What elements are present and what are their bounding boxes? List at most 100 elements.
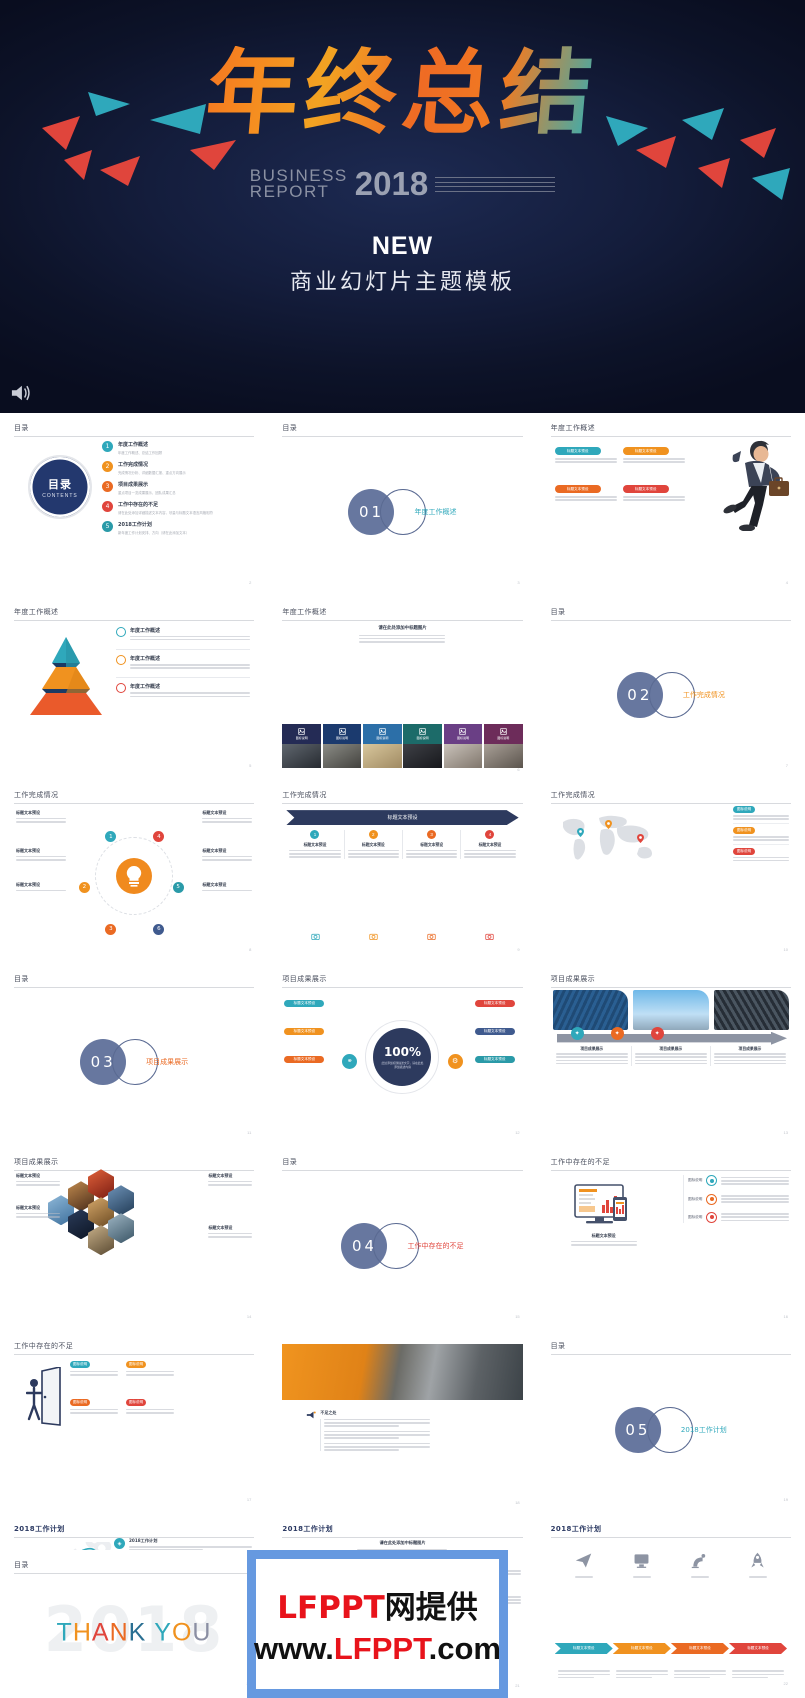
column-title: 标题文本预设 <box>420 842 444 848</box>
slide-title: 项目成果展示 <box>14 1158 59 1167</box>
step-number-4: 4 <box>485 830 495 840</box>
arrow-banner: 标题文本预设 <box>286 810 518 825</box>
slide-body: 1 2 3 4 5 6 标题文本预设 标题文本预设 标题文本预设 标题文本预设 … <box>14 804 254 954</box>
step-number-1: 1 <box>310 830 320 840</box>
slide-title: 项目成果展示 <box>282 974 327 983</box>
page-number: 9 <box>517 946 520 952</box>
banner-column: 2 标题文本预设 <box>345 830 403 860</box>
contents-ring-title: 目录 <box>48 477 72 491</box>
bulb-label-2: 标题文本预设 <box>16 848 66 862</box>
photo-caption: 图标说明 <box>295 736 308 741</box>
list-item[interactable]: 2 工作完成情况 完成情况分析、详细数据汇报、重点方向展示 <box>102 461 248 475</box>
slide-toc-overview[interactable]: 目录 目录 CONTENTS 1 年度工作概述 年度工作概述、总结工作回顾 2 … <box>0 413 269 597</box>
list-item[interactable]: 5 2018工作计划 新年度工作计划安排、方向（请在此添加文本） <box>102 521 248 535</box>
list-item[interactable]: 4 工作中存在的不足 请在此处添加详细描述文本内容，尽量与标题文本语言风格相符 <box>102 501 248 515</box>
chevron-steps: 标题文本预设 标题文本预设 标题文本预设 标题文本预设 <box>555 1643 787 1654</box>
donut-label-5: 标题文本预设 <box>474 1027 521 1035</box>
label-pill: 标题文本预设 <box>284 1055 325 1063</box>
slide-plan-chevrons[interactable]: 2018工作计划 标题文本预设 标题文本预设 标题文本预设 标题文本预设 22 <box>536 1514 805 1698</box>
slide-section-05[interactable]: 目录 05 2018工作计划 19 <box>536 1330 805 1515</box>
section-label: 2018工作计划 <box>681 1425 727 1435</box>
caption-title: 项目成果展示 <box>738 1045 762 1051</box>
legend-title: 年度工作概述 <box>130 684 161 691</box>
ty-letter: T <box>56 1618 73 1647</box>
list-label: 图标说明 <box>688 1214 703 1219</box>
slide-body: 01 年度工作概述 3 <box>282 437 522 587</box>
chevron-step-4: 标题文本预设 <box>729 1643 787 1654</box>
slide-short-photo[interactable]: 不足之处 18 <box>268 1330 537 1515</box>
label-pill: 标题文本预设 <box>474 1055 515 1063</box>
page-number: 15 <box>515 1313 520 1319</box>
block-pill: 图标说明 <box>126 1360 146 1368</box>
page-number: 11 <box>247 1130 252 1136</box>
toc-number: 5 <box>102 521 113 532</box>
slide-results-hexagons[interactable]: 项目成果展示 标题文本预设 标题文本预设 标题文本预设 标题文本预设 14 <box>0 1147 269 1331</box>
page-number: 22 <box>783 1680 788 1686</box>
label-title: 标题文本预设 <box>202 848 227 854</box>
slide-annual-4pill[interactable]: 年度工作概述 标题文本预设 标题文本预设 标题文本预设 标题文本预设 4 <box>536 413 805 597</box>
cover-slide: 年终总结 BUSINESS REPORT 2018 NEW 商业幻灯片主题模板 <box>0 0 805 413</box>
slide-short-door[interactable]: 工作中存在的不足 图标说明 图标说明 图标说明 图标说明 17 <box>0 1330 269 1515</box>
satellite-dish-icon <box>692 1554 706 1569</box>
legend-icon-1 <box>116 626 126 637</box>
slide-section-01[interactable]: 目录 01 年度工作概述 3 <box>268 413 537 597</box>
label-pill: 标题文本预设 <box>284 999 325 1007</box>
watermark-line-2: www.LFPPT.com <box>254 1631 501 1667</box>
banner-columns: 1 标题文本预设 2 标题文本预设 3 标题文本预设 4 标题文本预设 <box>286 830 518 860</box>
toc-item-title: 项目成果展示 <box>118 482 149 488</box>
hexagon-photo-cluster <box>48 1169 140 1263</box>
slide-title: 工作中存在的不足 <box>550 1158 610 1167</box>
slide-completion-bulb[interactable]: 工作完成情况 1 2 3 4 5 6 标题文本预设 标题文本预设 标题文本预设 … <box>0 780 269 964</box>
slide-short-monitor[interactable]: 工作中存在的不足 标题文本预设 图标说明 图标说明 图标说明 16 <box>536 1147 805 1331</box>
hex-label-right: 标题文本预设 <box>208 1225 253 1239</box>
arrow-badge-2: ✦ <box>610 1026 624 1040</box>
camera-icon <box>311 933 320 940</box>
speaker-icon[interactable] <box>10 383 32 403</box>
legend-pill-3: 图标说明 <box>733 847 755 855</box>
slide-results-donut[interactable]: 项目成果展示 100% 此处添加标题描述文字，请在此处添加描述内容 ⚭ ⚙ 标题… <box>268 963 537 1148</box>
note-title: 不足之处 <box>320 1409 337 1415</box>
section-label-text: 项目成果展示 <box>146 1058 189 1067</box>
slide-annual-photostrip[interactable]: 年度工作概述 请在此处添加中标题图片 图标说明 图标说明 图标说明 图标说明 图… <box>268 596 537 781</box>
slide-completion-banner[interactable]: 工作完成情况 标题文本预设 1 标题文本预设 2 标题文本预设 3 标题文本预设 <box>268 780 537 964</box>
list-label: 图标说明 <box>688 1196 703 1201</box>
bulb-label-6: 标题文本预设 <box>202 882 253 893</box>
photo-caption: 图标说明 <box>416 736 429 741</box>
slide-title: 2018工作计划 <box>550 1525 602 1534</box>
slide-title: 目录 <box>550 1341 566 1350</box>
list-item[interactable]: 1 年度工作概述 年度工作概述、总结工作回顾 <box>102 441 248 455</box>
label-pill: 标题文本预设 <box>474 999 515 1007</box>
list-item[interactable]: 3 项目成果展示 重点项目一览成果展示、团队成果汇总 <box>102 481 248 495</box>
chevron-step-3: 标题文本预设 <box>671 1643 729 1654</box>
subhead-text: 请在此处添加中标题图片 <box>379 1540 426 1546</box>
slide-thankyou[interactable]: 目录 2018 THANK YOU 23 <box>0 1550 268 1698</box>
photo-caption: 图标说明 <box>456 736 469 741</box>
camera-icon <box>485 933 494 940</box>
slide-section-03[interactable]: 目录 03 项目成果展示 11 <box>0 963 269 1148</box>
slide-title: 年度工作概述 <box>14 607 59 616</box>
pyramid-legend: 年度工作概述 年度工作概述 年度工作概述 <box>116 626 251 699</box>
page-number: 18 <box>515 1500 520 1506</box>
banner-column: 1 标题文本预设 <box>286 830 345 860</box>
lightbulb-icon <box>116 857 153 894</box>
cover-decorations: 年终总结 BUSINESS REPORT 2018 NEW 商业幻灯片主题模板 <box>0 0 805 413</box>
image-icon <box>500 728 507 735</box>
caption-title: 项目成果展示 <box>659 1045 683 1051</box>
hex-label-left: 标题文本预设 <box>16 1205 60 1219</box>
photo-note: 不足之处 <box>306 1409 431 1453</box>
slide-annual-pyramid[interactable]: 年度工作概述 年度工作概述 年度工作概述 年度工作概述 5 <box>0 596 269 781</box>
ty-letter: N <box>109 1618 129 1647</box>
monitor-icon <box>634 1554 649 1569</box>
slide-results-buildings[interactable]: 项目成果展示 ✦ ✦ ✦ 项目成果展示 项目成果展示 项目成果展示 13 <box>536 963 805 1148</box>
slide-body: 标题文本预设 标题文本预设 标题文本预设 标题文本预设 4 <box>551 437 791 587</box>
watermark-url-post: .com <box>428 1630 501 1666</box>
slide-section-04[interactable]: 目录 04 工作中存在的不足 15 <box>268 1147 537 1331</box>
contents-ring: 目录 CONTENTS <box>28 455 92 519</box>
monitor-list: 图标说明 图标说明 图标说明 <box>683 1175 789 1223</box>
photo-card: 图标说明 <box>322 724 362 769</box>
column-title: 标题文本预设 <box>303 842 327 848</box>
slide-body: 图标说明 图标说明 图标说明 图标说明 17 <box>14 1355 254 1505</box>
slide-section-02[interactable]: 目录 02 工作完成情况 7 <box>536 596 805 781</box>
banner-column: 3 标题文本预设 <box>403 830 462 860</box>
slide-completion-map[interactable]: 工作完成情况 图标说明 图标说明 图标说明 10 <box>536 780 805 964</box>
